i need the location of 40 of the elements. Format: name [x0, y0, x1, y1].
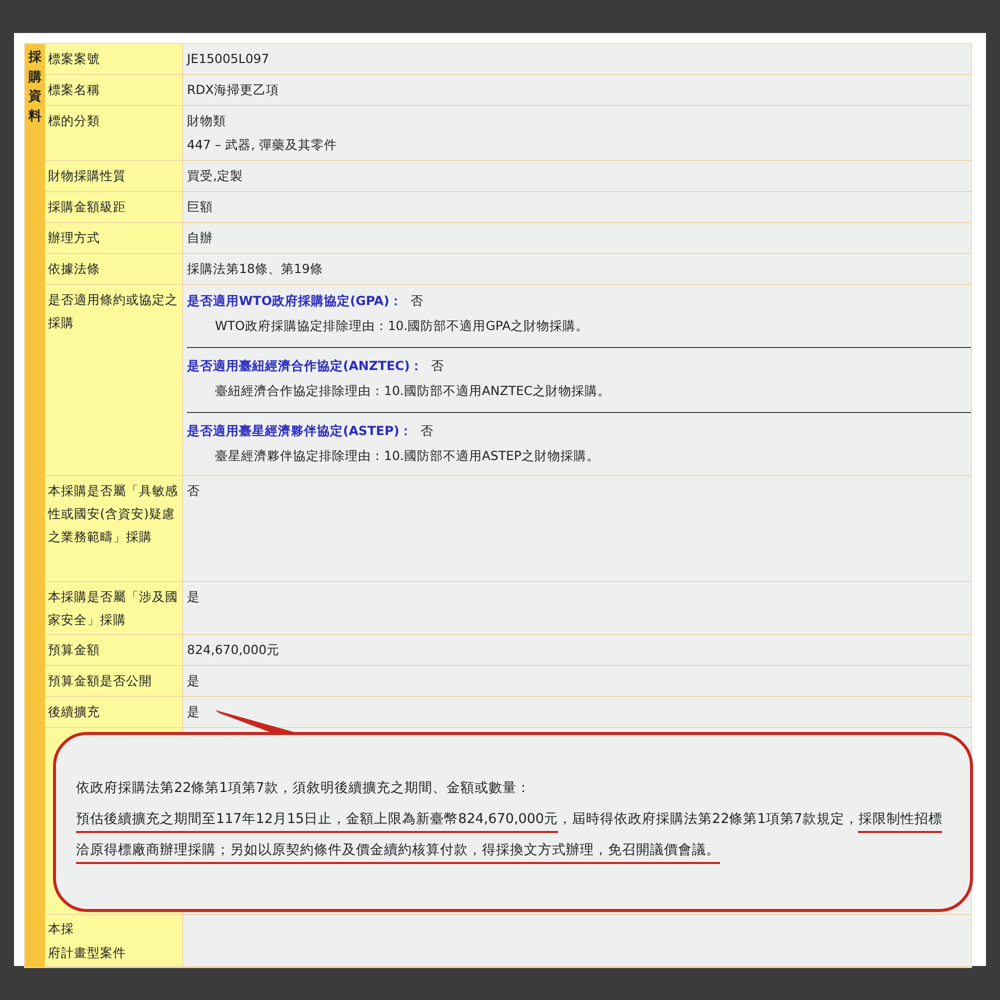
field-label: 辦理方式 [45, 223, 183, 253]
field-label: 標案案號 [45, 44, 183, 74]
field-value: 財物類 [187, 112, 226, 130]
agreement-question: 是否適用臺星經濟夥伴協定(ASTEP)： [187, 423, 412, 438]
field-label: 是否適用條約或協定之採購 [45, 285, 183, 475]
field-value: JE15005L097 [187, 50, 270, 68]
field-value: 是 [187, 672, 200, 690]
field-label: 府計畫型案件 [48, 944, 127, 962]
agreement-question: 是否適用WTO政府採購協定(GPA)： [187, 293, 402, 308]
field-label: 依據法條 [45, 254, 183, 284]
exclusion-reason: 臺星經濟夥伴協定排除理由：10.國防部不適用ASTEP之財物採購。 [214, 447, 600, 465]
field-value: 447 – 武器, 彈藥及其零件 [187, 136, 338, 154]
agreement-answer: 否 [420, 423, 434, 438]
field-label: 標案名稱 [45, 75, 183, 105]
field-label: 預算金額 [45, 635, 183, 665]
field-label: 標的分類 [45, 106, 183, 160]
field-value: 否 [187, 482, 200, 500]
field-value: 是 [187, 588, 200, 606]
field-value: 824,670,000元 [187, 641, 280, 659]
field-value: 自辦 [187, 229, 213, 247]
exclusion-reason: 臺紐經濟合作協定排除理由：10.國防部不適用ANZTEC之財物採購。 [214, 382, 612, 400]
field-label: 財物採購性質 [45, 161, 183, 191]
agreement-question: 是否適用臺紐經濟合作協定(ANZTEC)： [187, 358, 423, 373]
field-value: 採購法第18條、第19條 [187, 260, 323, 278]
field-label: 本採 [48, 920, 75, 938]
agreement-answer: 否 [430, 358, 444, 373]
field-label: 採購金額級距 [45, 192, 183, 222]
field-label: 本採購是否屬「涉及國家安全」採購 [45, 582, 183, 634]
field-value: RDX海掃更乙項 [187, 81, 279, 99]
field-label: 預算金額是否公開 [45, 666, 183, 696]
agreement-answer: 否 [410, 293, 424, 308]
callout-text: 依政府採購法第22條第1項第7款，須敘明後續擴充之期間、金額或數量： [76, 779, 532, 798]
field-value: 巨額 [187, 198, 213, 216]
section-header: 採購資料 [25, 44, 45, 967]
field-label: 本採購是否屬「具敏感性或國安(含資安)疑慮之業務範疇」採購 [45, 476, 183, 581]
field-value: 買受,定製 [187, 167, 243, 185]
callout-text: 預估後續擴充之期間至117年12月15日止，金額上限為新臺幣824,670,000元，屆時得依政府採購法第22條第1項第7款規定，採限制性招標洽原得標廠商辦理採購；另如以原契約條件及價金續約核算付款，得採換文方式辦理，免召開議價會議。 [76, 804, 950, 866]
field-value: 是 [187, 703, 200, 721]
field-label: 後續擴充 [45, 697, 183, 727]
exclusion-reason: WTO政府採購協定排除理由：10.國防部不適用GPA之財物採購。 [214, 317, 590, 335]
